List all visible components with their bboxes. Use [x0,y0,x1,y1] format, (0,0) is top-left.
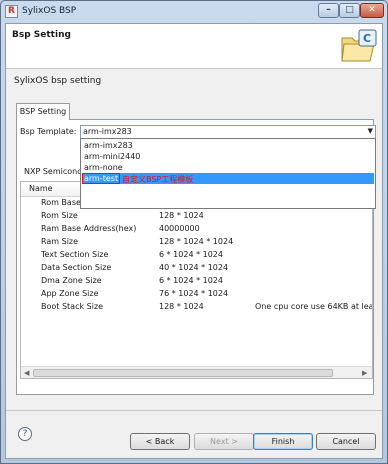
folder-gear-icon: C [341,29,377,62]
row-name: Rom Size [41,211,78,220]
help-icon[interactable]: ? [18,427,32,441]
row-value[interactable]: 40000000 [159,224,200,233]
window-title: SylixOS BSP [22,6,77,16]
scroll-left-icon[interactable]: ◀ [24,369,29,377]
row-name: Boot Stack Size [41,302,104,311]
horizontal-scrollbar[interactable]: ◀ ▶ [21,366,372,378]
annotation-label: 自定义BSP工程模板 [122,175,194,184]
next-button[interactable]: Next > [194,433,254,450]
dropdown-option[interactable]: arm-mini2440 [82,151,374,162]
maximize-button[interactable]: □ [339,3,360,18]
finish-button[interactable]: Finish [253,433,313,450]
row-name: Ram Base Address(hex) [41,224,137,233]
row-value[interactable]: 128 * 1024 * 1024 [159,237,233,246]
row-value[interactable]: 76 * 1024 * 1024 [159,289,228,298]
scrollbar-thumb[interactable] [33,369,333,377]
footer-divider [6,410,382,411]
row-name: App Zone Size [41,289,99,298]
dropdown-option[interactable]: arm-none [82,162,374,173]
back-button[interactable]: < Back [130,433,190,450]
row-name: Text Section Size [41,250,109,259]
scroll-right-icon[interactable]: ▶ [362,369,367,377]
chevron-down-icon[interactable]: ▼ [368,127,373,135]
template-select-value: arm-imx283 [83,127,132,136]
template-select[interactable]: arm-imx283 ▼ [80,125,376,139]
row-note: One cpu core use 64KB at least [255,302,373,311]
template-label: Bsp Template: [20,127,77,136]
tab-bsp-setting[interactable]: BSP Setting [16,103,70,120]
row-name: Rom Base [41,198,81,207]
row-value[interactable]: 40 * 1024 * 1024 [159,263,228,272]
page-description: SylixOS bsp setting [14,76,102,86]
cancel-button[interactable]: Cancel [316,433,376,450]
title-bar[interactable]: R SylixOS BSP – □ ✕ [1,1,387,23]
minimize-button[interactable]: – [318,3,339,18]
wizard-content: Bsp Setting C SylixOS bsp setting BSP Se… [5,23,383,459]
row-name: Data Section Size [41,263,112,272]
wizard-window: R SylixOS BSP – □ ✕ Bsp Setting C SylixO… [0,0,388,464]
template-description: NXP Semicond [24,167,83,176]
app-icon: R [5,5,18,18]
row-value[interactable]: 128 * 1024 [159,211,204,220]
settings-table: Name Rom Base Rom Size 128 * 1024 Ram Ba… [20,181,373,379]
column-header-name[interactable]: Name [29,184,53,193]
wizard-banner: Bsp Setting C [6,24,382,69]
row-value[interactable]: 6 * 1024 * 1024 [159,250,223,259]
row-name: Ram Size [41,237,79,246]
row-value[interactable]: 6 * 1024 * 1024 [159,276,223,285]
svg-text:C: C [363,32,371,45]
row-name: Dma Zone Size [41,276,102,285]
row-value[interactable]: 128 * 1024 [159,302,204,311]
page-title: Bsp Setting [12,30,71,40]
dropdown-option[interactable]: arm-imx283 [82,140,374,151]
close-button[interactable]: ✕ [360,3,384,18]
highlight-box [82,173,120,184]
